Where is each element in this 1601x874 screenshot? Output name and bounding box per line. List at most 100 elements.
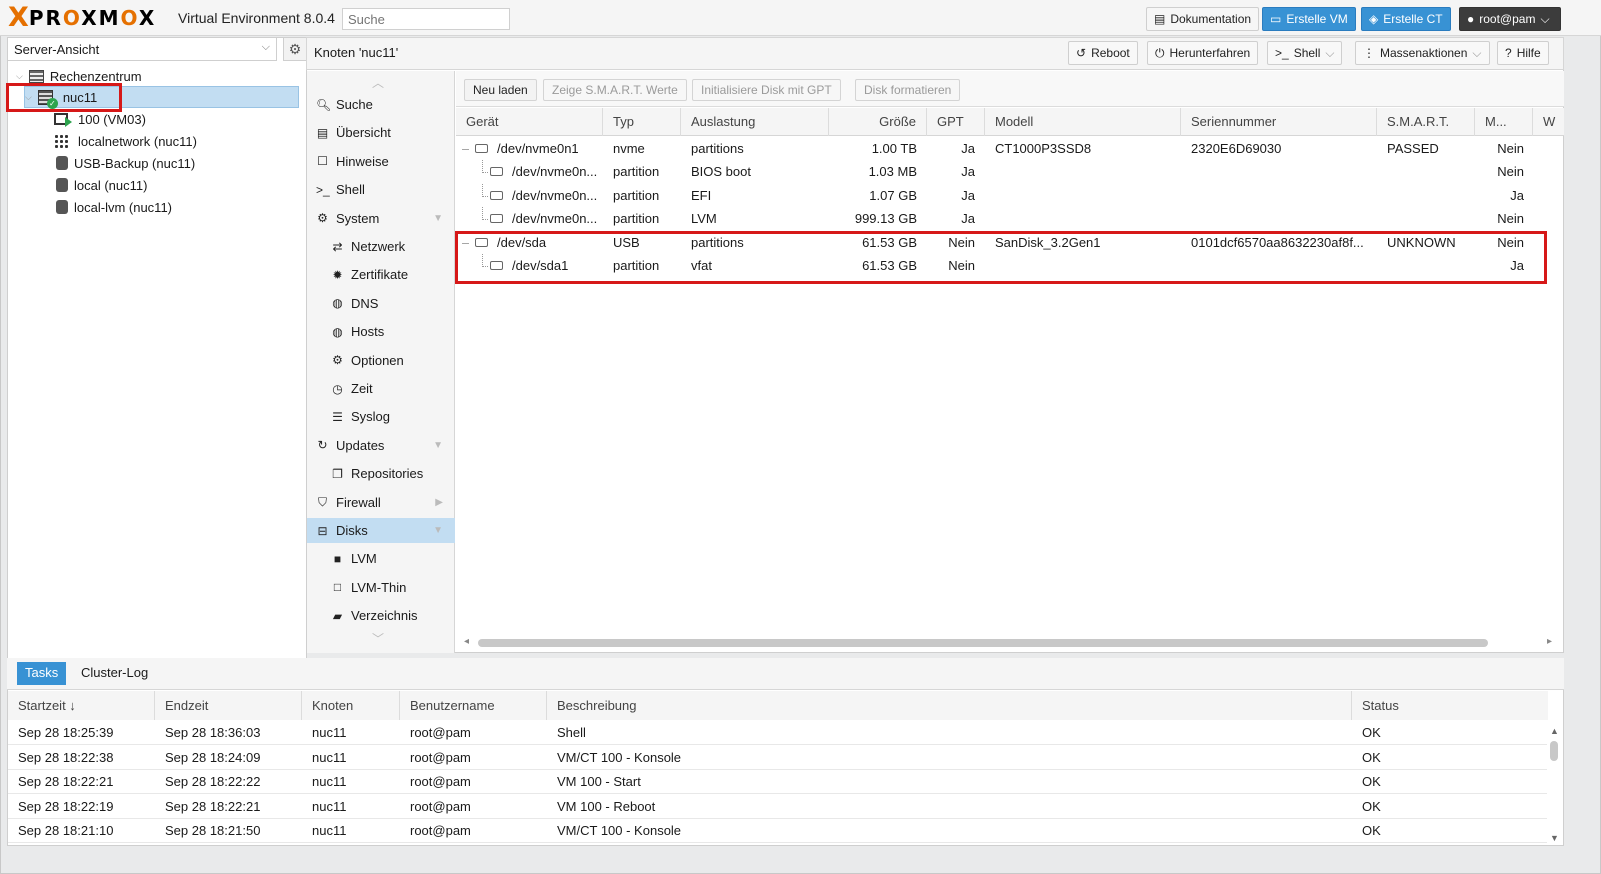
menu-item-hinweise[interactable]: ☐ Hinweise	[307, 149, 455, 174]
cube-icon: ◈	[1369, 12, 1379, 26]
menu-item-hosts[interactable]: ◍ Hosts	[307, 319, 455, 344]
chevron-down-icon[interactable]: ▼	[433, 525, 443, 536]
disk-usage-cell: LVM	[691, 211, 717, 226]
chevron-down-icon: ⌵	[1540, 11, 1550, 26]
disk-smart-cell	[1387, 184, 1473, 207]
clock-icon: ◷	[332, 381, 343, 396]
scroll-down-icon[interactable]: ▼	[1550, 833, 1559, 843]
task-col-node[interactable]: Knoten	[302, 691, 400, 720]
menu-item-syslog[interactable]: ☰ Syslog	[307, 404, 455, 429]
shutdown-button[interactable]: ⏻ Herunterfahren	[1147, 41, 1259, 65]
show-smart-button[interactable]: Zeige S.M.A.R.T. Werte	[543, 79, 687, 101]
menu-item-verzeichnis[interactable]: ▰ Verzeichnis	[307, 603, 455, 628]
scroll-up-icon[interactable]: ▲	[1550, 726, 1559, 736]
scroll-left-icon[interactable]: ◂	[464, 636, 469, 647]
menu-item-optionen[interactable]: ⚙ Optionen	[307, 348, 455, 373]
col-header-gpt[interactable]: GPT	[927, 108, 985, 136]
tree-node-local[interactable]: local (nuc11)	[56, 174, 147, 196]
menu-item-übersicht[interactable]: ▤ Übersicht	[307, 120, 455, 145]
menu-item-disks[interactable]: ⊟ Disks ▼	[307, 518, 455, 543]
reload-button[interactable]: Neu laden	[464, 79, 537, 101]
help-button[interactable]: ? Hilfe	[1497, 41, 1549, 65]
disk-device-cell: /dev/nvme0n...	[490, 207, 603, 230]
col-header-usage[interactable]: Auslastung	[681, 108, 829, 136]
col-header-size[interactable]: Größe	[829, 108, 927, 136]
disk-gpt-cell: Ja	[961, 141, 975, 156]
tree-node-local-lvm[interactable]: local-lvm (nuc11)	[56, 196, 172, 218]
menu-item-system[interactable]: ⚙ System ▼	[307, 206, 455, 231]
menu-item-repositories[interactable]: ❐ Repositories	[307, 461, 455, 486]
view-selector[interactable]: Server-Ansicht ⌵	[7, 37, 277, 61]
chevron-down-icon[interactable]: ▼	[433, 440, 443, 451]
task-col-end[interactable]: Endzeit	[155, 691, 302, 720]
storage-icon	[56, 156, 68, 170]
tab-cluster-log[interactable]: Cluster-Log	[73, 662, 156, 685]
task-status-cell: OK	[1362, 749, 1381, 765]
menu-item-dns[interactable]: ◍ DNS	[307, 291, 455, 316]
tree-node-localnetwork[interactable]: localnetwork (nuc11)	[54, 130, 197, 152]
certificate-icon: ✹	[332, 267, 343, 282]
gears-icon: ⚙	[317, 211, 328, 226]
vertical-scrollbar[interactable]	[1550, 741, 1558, 761]
chevron-right-icon[interactable]: ▶	[435, 497, 443, 508]
tab-tasks[interactable]: Tasks	[17, 662, 67, 685]
highlight-box-usb-disk	[455, 231, 1547, 284]
format-disk-button[interactable]: Disk formatieren	[855, 79, 961, 101]
create-ct-button[interactable]: ◈ Erstelle CT	[1361, 7, 1451, 31]
shell-button[interactable]: >_ Shell ⌵	[1267, 41, 1343, 65]
col-header-model[interactable]: Modell	[985, 108, 1181, 136]
storage-icon	[56, 200, 68, 214]
hdd-icon	[490, 214, 503, 224]
task-col-status[interactable]: Status	[1352, 691, 1548, 720]
hdd-icon: ⊟	[317, 523, 328, 538]
disk-size-cell: 1.00 TB	[871, 141, 917, 156]
menu-item-updates[interactable]: ↻ Updates ▼	[307, 433, 455, 458]
col-header-mounted[interactable]: M...	[1475, 108, 1533, 136]
chevron-down-icon: ⌵	[1472, 45, 1482, 60]
user-menu-button[interactable]: ● root@pam ⌵	[1459, 7, 1561, 31]
vm-running-icon	[54, 113, 72, 127]
task-log-tabs	[7, 658, 1564, 690]
storage-icon	[56, 178, 68, 192]
reboot-button[interactable]: ↺ Reboot	[1068, 41, 1138, 65]
col-header-device[interactable]: Gerät	[456, 108, 603, 136]
col-header-type[interactable]: Typ	[603, 108, 681, 136]
init-gpt-button[interactable]: Initialisiere Disk mit GPT	[692, 79, 841, 101]
menu-scroll-down-icon[interactable]: ﹀	[372, 630, 384, 647]
horizontal-scrollbar[interactable]	[478, 639, 1488, 647]
proxmox-logo[interactable]: X PROXMOX	[8, 4, 156, 31]
menu-item-suche[interactable]: 🔍︎ Suche	[307, 92, 455, 117]
disk-device-cell: /dev/nvme0n1	[475, 137, 603, 160]
task-node-cell: nuc11	[312, 823, 347, 838]
user-icon: ●	[1467, 12, 1475, 26]
documentation-button[interactable]: ▤ Dokumentation	[1146, 7, 1260, 31]
bulk-actions-button[interactable]: ⋮ Massenaktionen ⌵	[1355, 41, 1490, 65]
search-input[interactable]	[342, 8, 510, 30]
menu-scroll-up-icon[interactable]: ︿	[372, 74, 384, 91]
tree-node-usb-backup[interactable]: USB-Backup (nuc11)	[56, 152, 195, 174]
disk-mounted-cell: Ja	[1510, 188, 1524, 203]
menu-item-zeit[interactable]: ◷ Zeit	[307, 376, 455, 401]
collapse-icon: ⌵	[16, 70, 23, 81]
desktop-icon: ▭	[1270, 12, 1282, 26]
task-col-user[interactable]: Benutzername	[400, 691, 547, 720]
menu-item-firewall[interactable]: ⛉ Firewall ▶	[307, 490, 455, 515]
chevron-down-icon[interactable]: ▼	[433, 213, 443, 224]
task-end-cell: Sep 28 18:22:21	[165, 798, 261, 814]
tree-settings-button[interactable]: ⚙	[283, 37, 307, 61]
task-col-start[interactable]: Startzeit ↓	[8, 691, 155, 720]
disk-type-cell: partition	[613, 211, 660, 226]
expander-icon[interactable]: –	[462, 137, 469, 160]
menu-item-netzwerk[interactable]: ⇄ Netzwerk	[307, 234, 455, 259]
col-header-wearout[interactable]: W	[1533, 108, 1564, 136]
col-header-smart[interactable]: S.M.A.R.T.	[1377, 108, 1475, 136]
menu-item-zertifikate[interactable]: ✹ Zertifikate	[307, 262, 455, 287]
menu-item-lvm[interactable]: ■ LVM	[307, 546, 455, 571]
gear-icon: ⚙	[288, 41, 302, 57]
create-vm-button[interactable]: ▭ Erstelle VM	[1262, 7, 1356, 31]
scroll-right-icon[interactable]: ▸	[1547, 636, 1552, 647]
menu-item-lvm-thin[interactable]: □ LVM-Thin	[307, 575, 455, 600]
col-header-serial[interactable]: Seriennummer	[1181, 108, 1377, 136]
menu-item-shell[interactable]: >_ Shell	[307, 177, 455, 202]
task-col-description[interactable]: Beschreibung	[547, 691, 1352, 720]
